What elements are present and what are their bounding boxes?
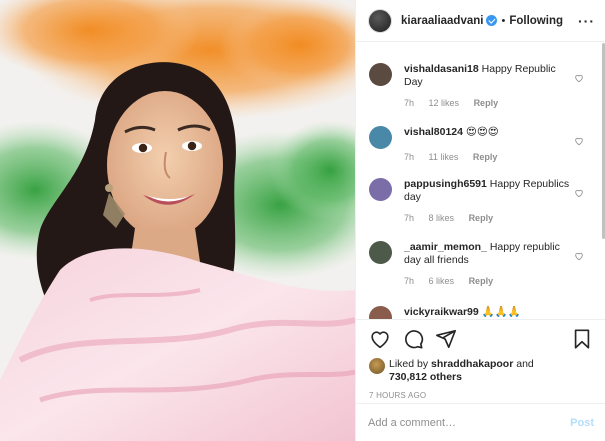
comments-list[interactable]: vishaldasani18 Happy Republic Day 7h 12 … bbox=[356, 43, 605, 319]
post-header: kiaraaliaadvani • Following ··· bbox=[356, 0, 605, 42]
comment-meta: 7h 6 likes Reply bbox=[404, 275, 574, 288]
comment-bubble-icon[interactable] bbox=[402, 328, 424, 350]
comment-like-heart-icon[interactable] bbox=[574, 73, 584, 83]
comment-reply-button[interactable]: Reply bbox=[469, 213, 494, 223]
likes-prefix: Liked by bbox=[389, 358, 432, 370]
comment-body: _aamir_memon_ Happy republic day all fri… bbox=[404, 241, 574, 288]
comment-time[interactable]: 7h bbox=[404, 213, 414, 223]
comment-avatar[interactable] bbox=[369, 63, 392, 86]
like-heart-icon[interactable] bbox=[369, 328, 391, 350]
comment-likes[interactable]: 11 likes bbox=[429, 152, 459, 162]
comment-likes[interactable]: 12 likes bbox=[429, 98, 460, 108]
comment-meta: 7h 8 likes Reply bbox=[404, 212, 574, 225]
comment-like-heart-icon[interactable] bbox=[574, 251, 584, 261]
comment-likes[interactable]: 6 likes bbox=[429, 276, 455, 286]
more-options-icon[interactable]: ··· bbox=[578, 13, 595, 29]
post-comment-button[interactable]: Post bbox=[570, 417, 594, 429]
comment-text: 😍😍😍 bbox=[465, 126, 499, 138]
comment-avatar[interactable] bbox=[369, 178, 392, 201]
comment-username[interactable]: vickyraikwar99 bbox=[404, 306, 479, 318]
comment-time[interactable]: 7h bbox=[404, 98, 414, 108]
photo-illustration bbox=[0, 0, 355, 441]
follow-status-button[interactable]: Following bbox=[509, 15, 563, 27]
comment-avatar[interactable] bbox=[369, 306, 392, 319]
action-bar bbox=[356, 320, 605, 358]
bookmark-icon[interactable] bbox=[571, 328, 593, 350]
post-side-panel: kiaraaliaadvani • Following ··· vishalda… bbox=[355, 0, 605, 441]
liker-avatar[interactable] bbox=[369, 358, 385, 374]
comment-body: vickyraikwar99 🙏🙏🙏 bbox=[404, 306, 574, 319]
comment-avatar[interactable] bbox=[369, 241, 392, 264]
likes-text: Liked by shraddhakapoor and 730,812 othe… bbox=[389, 358, 534, 384]
profile-avatar[interactable] bbox=[368, 8, 392, 33]
likes-summary: Liked by shraddhakapoor and 730,812 othe… bbox=[356, 358, 605, 384]
comment-username[interactable]: vishal80124 bbox=[404, 126, 463, 138]
post-timestamp[interactable]: 7 HOURS AGO bbox=[356, 384, 605, 400]
comment-reply-button[interactable]: Reply bbox=[474, 98, 499, 108]
comment-item: pappusingh6591 Happy Republics day 7h 8 … bbox=[356, 178, 605, 225]
comment-item: vickyraikwar99 🙏🙏🙏 bbox=[356, 306, 605, 319]
likes-others-link[interactable]: 730,812 others bbox=[389, 371, 462, 383]
comment-like-heart-icon[interactable] bbox=[574, 136, 584, 146]
comment-body: pappusingh6591 Happy Republics day 7h 8 … bbox=[404, 178, 574, 225]
comment-reply-button[interactable]: Reply bbox=[469, 276, 494, 286]
add-comment-bar: Post bbox=[356, 403, 605, 441]
liker-username[interactable]: shraddhakapoor bbox=[431, 358, 513, 370]
comment-time[interactable]: 7h bbox=[404, 276, 414, 286]
comment-username[interactable]: vishaldasani18 bbox=[404, 63, 479, 75]
comment-avatar[interactable] bbox=[369, 126, 392, 149]
comment-meta: 7h 12 likes Reply bbox=[404, 97, 574, 110]
comment-body: vishal80124 😍😍😍 7h 11 likes Reply bbox=[404, 126, 574, 164]
comment-meta: 7h 11 likes Reply bbox=[404, 151, 574, 164]
comment-likes[interactable]: 8 likes bbox=[429, 213, 455, 223]
comment-reply-button[interactable]: Reply bbox=[473, 152, 498, 162]
comment-time[interactable]: 7h bbox=[404, 152, 414, 162]
comment-input[interactable] bbox=[368, 416, 571, 429]
comment-text: 🙏🙏🙏 bbox=[481, 306, 521, 318]
profile-username[interactable]: kiaraaliaadvani bbox=[401, 15, 483, 27]
verified-badge-icon bbox=[486, 15, 498, 26]
comment-item: vishaldasani18 Happy Republic Day 7h 12 … bbox=[356, 63, 605, 110]
comment-body: vishaldasani18 Happy Republic Day 7h 12 … bbox=[404, 63, 574, 110]
likes-connector: and bbox=[513, 358, 534, 370]
comment-item: vishal80124 😍😍😍 7h 11 likes Reply bbox=[356, 126, 605, 164]
post-photo[interactable] bbox=[0, 0, 355, 441]
comment-username[interactable]: pappusingh6591 bbox=[404, 178, 487, 190]
post-actions-area: Liked by shraddhakapoor and 730,812 othe… bbox=[356, 319, 605, 400]
header-separator: • bbox=[501, 14, 506, 27]
comment-username[interactable]: _aamir_memon_ bbox=[404, 241, 487, 253]
instagram-post-modal: kiaraaliaadvani • Following ··· vishalda… bbox=[0, 0, 605, 441]
comment-item: _aamir_memon_ Happy republic day all fri… bbox=[356, 241, 605, 288]
comment-like-heart-icon[interactable] bbox=[574, 188, 584, 198]
share-plane-icon[interactable] bbox=[435, 328, 457, 350]
comments-scrollbar[interactable] bbox=[601, 43, 605, 319]
